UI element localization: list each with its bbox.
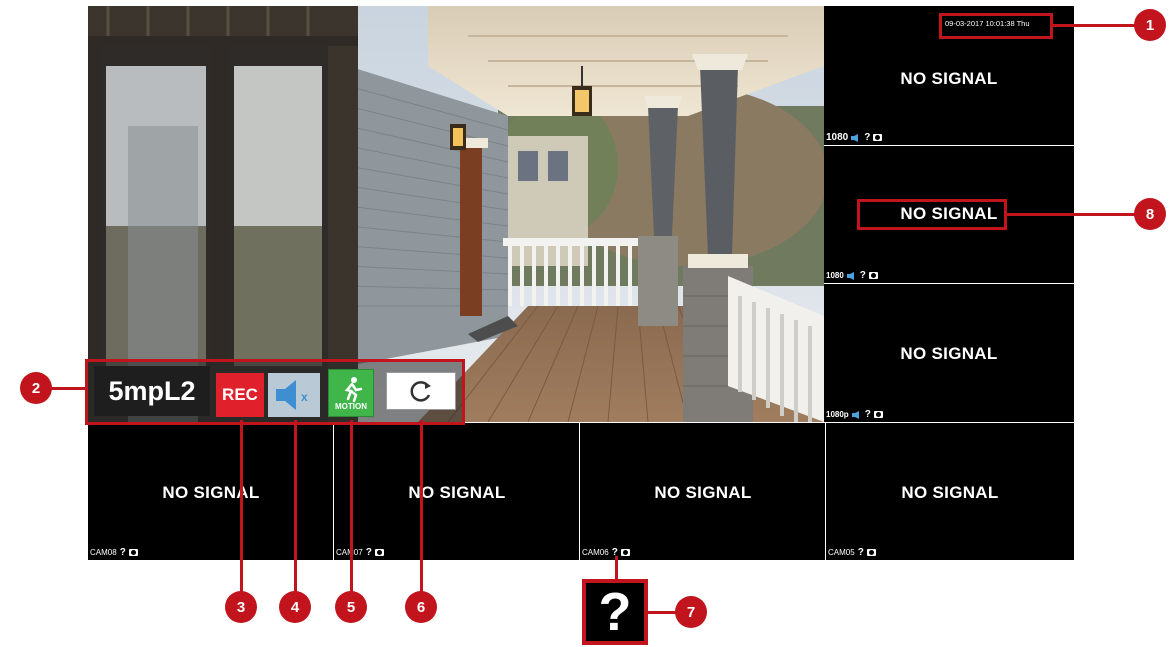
callout-3-line <box>240 420 243 592</box>
resolution-label: 1080p <box>826 410 849 419</box>
question-icon: ? <box>365 547 372 558</box>
camera-tile-bottom-2[interactable]: NO SIGNAL CAM07 ? <box>334 423 579 560</box>
callout-2-line <box>50 387 86 390</box>
no-signal-label: NO SIGNAL <box>654 483 752 502</box>
camera-icon <box>374 549 384 556</box>
tile-status-bar: CAM05 ? <box>828 547 876 558</box>
callout-7-line-up <box>615 556 618 580</box>
tile-status-bar: 1080 ? <box>826 270 878 281</box>
datetime-highlight <box>939 13 1053 39</box>
camera-icon <box>128 549 138 556</box>
no-signal-label: NO SIGNAL <box>162 483 260 502</box>
speaker-icon <box>846 271 854 280</box>
resolution-label: 1080 <box>826 271 844 280</box>
callout-badge-3: 3 <box>225 591 257 623</box>
callout-badge-2: 2 <box>20 372 52 404</box>
tile-status-bar: 1080 ? <box>826 132 883 143</box>
question-icon: ? <box>864 132 871 143</box>
tile-status-bar: CAM06 ? <box>582 547 630 558</box>
camera-tile-right-3[interactable]: NO SIGNAL 1080p ? <box>824 284 1074 422</box>
question-icon: ? <box>859 270 866 281</box>
no-signal-label: NO SIGNAL <box>901 483 999 502</box>
callout-badge-1: 1 <box>1134 9 1166 41</box>
no-signal-label: NO SIGNAL <box>900 69 998 88</box>
callout-badge-4: 4 <box>279 591 311 623</box>
callout-badge-5: 5 <box>335 591 367 623</box>
callout-5-line <box>350 420 353 592</box>
tile-status-bar: 1080p ? <box>826 409 883 420</box>
camera-tile-bottom-4[interactable]: NO SIGNAL CAM05 ? <box>826 423 1074 560</box>
camera-icon <box>620 549 630 556</box>
no-signal-highlight <box>857 199 1007 230</box>
callout-badge-8: 8 <box>1134 198 1166 230</box>
camera-icon <box>866 549 876 556</box>
callout-6-line <box>420 420 423 592</box>
question-icon: ? <box>119 547 126 558</box>
large-question-icon: ? <box>582 579 648 645</box>
tile-status-bar: CAM08 ? <box>90 547 138 558</box>
tile-status-bar: CAM07 ? <box>336 547 384 558</box>
camera-icon <box>868 272 878 279</box>
question-icon: ? <box>857 547 864 558</box>
callout-7-line <box>648 611 678 614</box>
camera-tile-bottom-3[interactable]: NO SIGNAL CAM06 ? <box>580 423 825 560</box>
callout-badge-7: 7 <box>675 596 707 628</box>
camera-icon <box>873 134 883 141</box>
question-icon: ? <box>864 409 871 420</box>
speaker-icon <box>851 410 859 419</box>
callout-badge-6: 6 <box>405 591 437 623</box>
camera-name-label: CAM05 <box>828 548 855 557</box>
camera-name-label: CAM08 <box>90 548 117 557</box>
toolbar-highlight <box>85 359 465 425</box>
callout-8-line <box>1007 213 1135 216</box>
camera-name-label: CAM06 <box>582 548 609 557</box>
speaker-icon <box>851 133 859 142</box>
resolution-label: 1080 <box>826 132 849 143</box>
no-signal-label: NO SIGNAL <box>900 344 998 363</box>
callout-1-line <box>1053 24 1147 27</box>
camera-icon <box>873 411 883 418</box>
callout-4-line <box>294 420 297 592</box>
